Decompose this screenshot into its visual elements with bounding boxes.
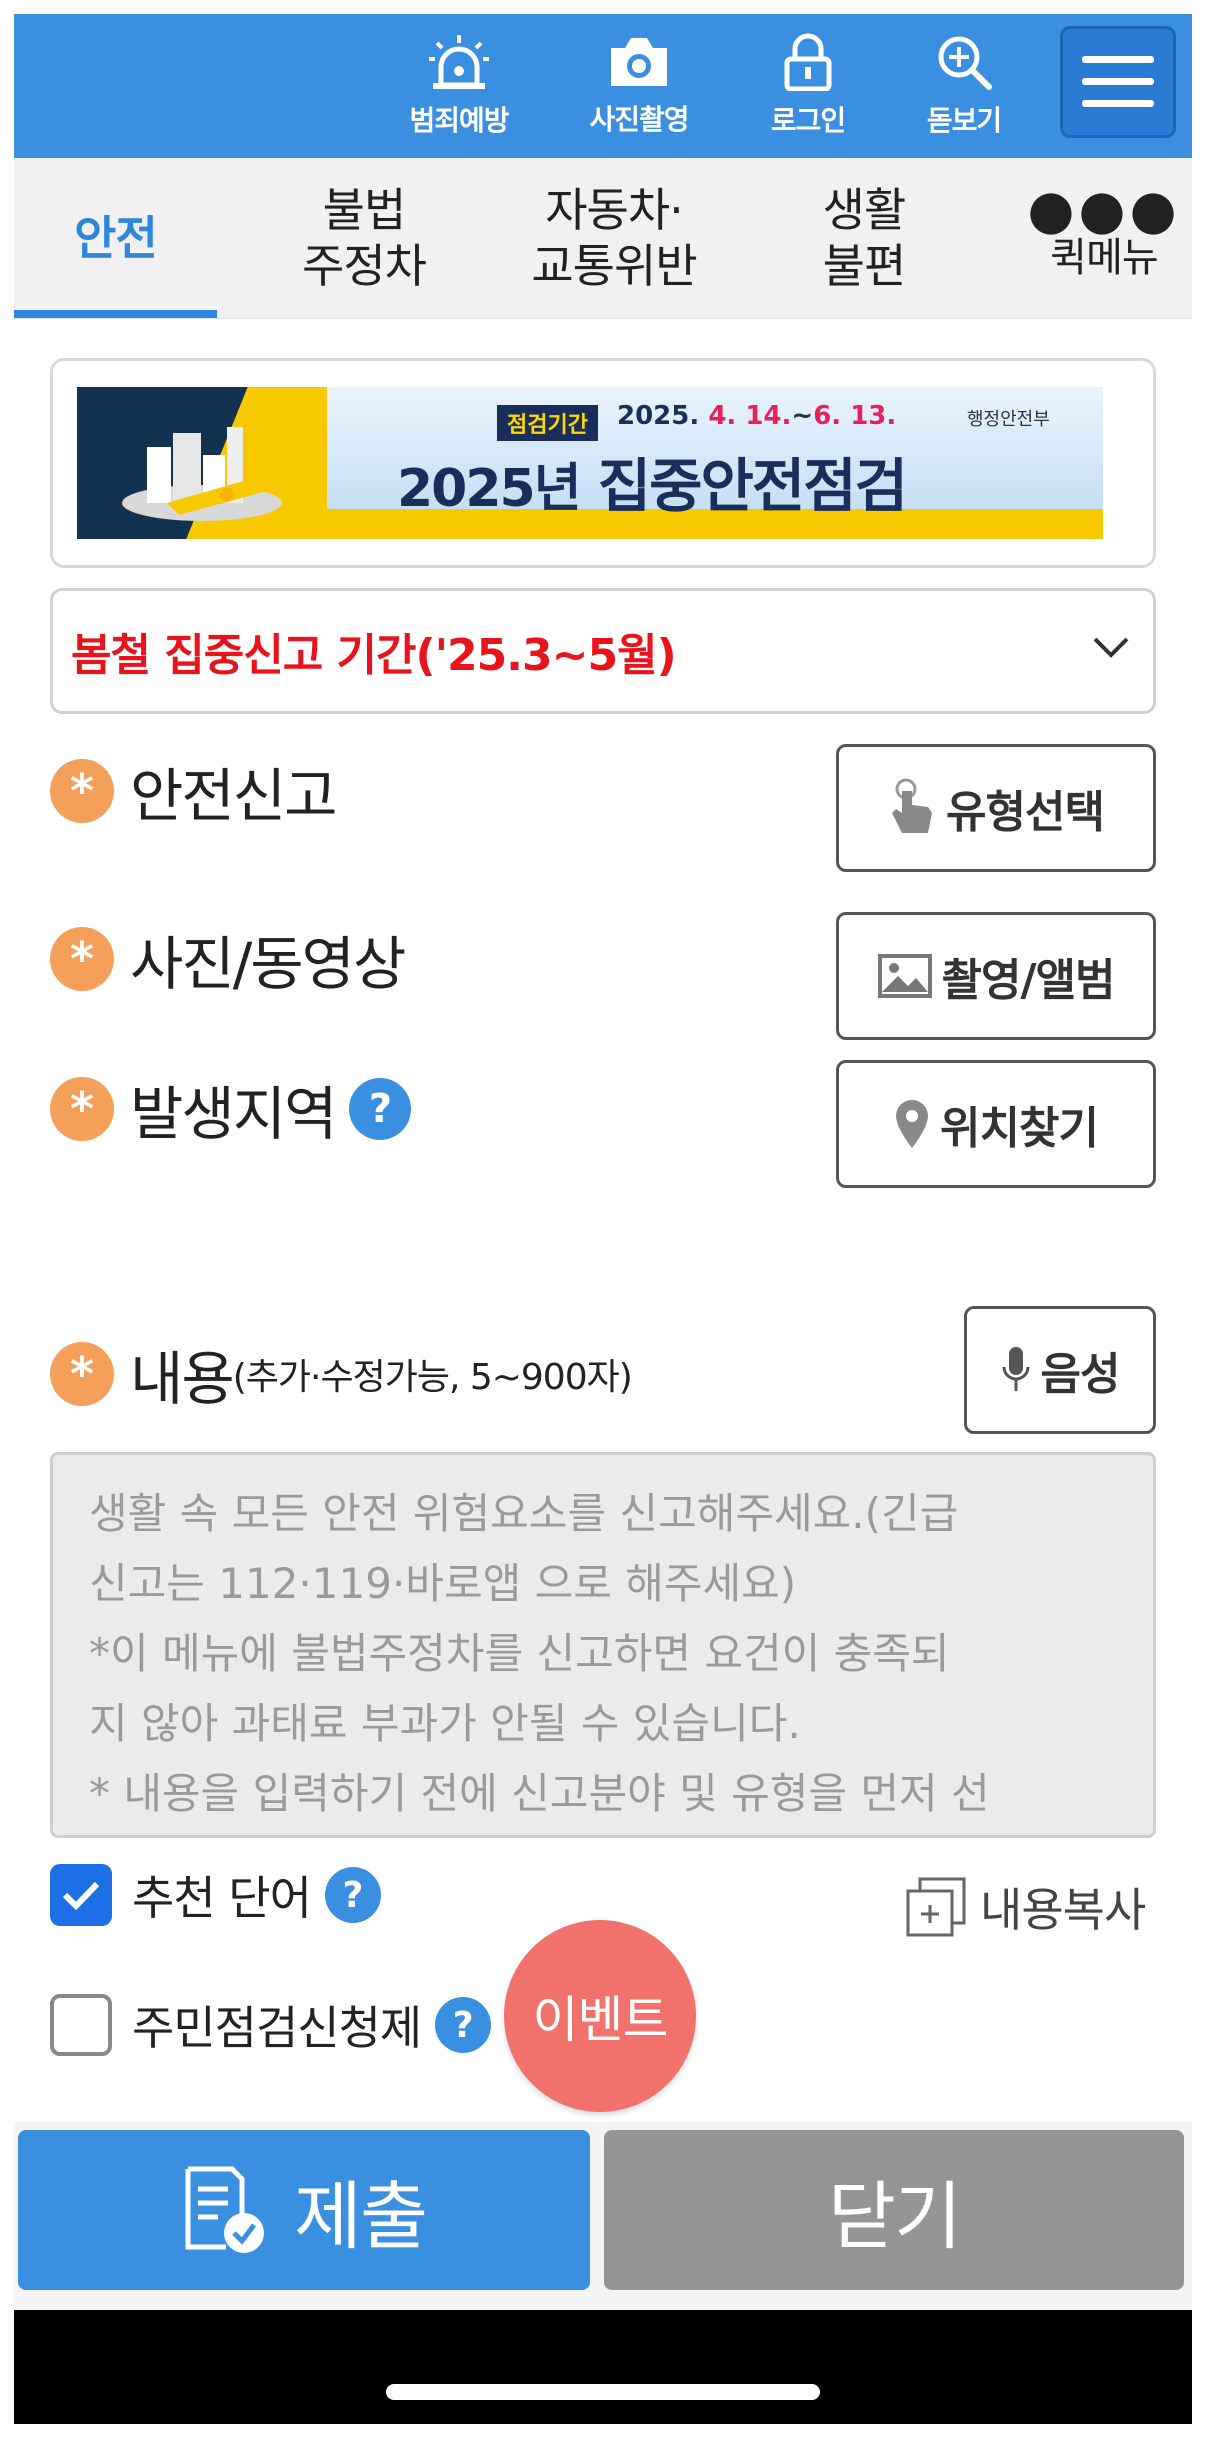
- find-location-label: 위치찾기: [940, 1103, 1099, 1154]
- camera-icon: [611, 38, 667, 86]
- submit-label: 제출: [293, 2173, 428, 2260]
- banner-dates: 2025. 4. 14.~6. 13.: [617, 401, 896, 431]
- banner-date-start: 4. 14.: [708, 401, 792, 431]
- image-icon: [877, 954, 932, 998]
- content-label: 내용: [130, 1345, 235, 1413]
- map-pin-icon: [896, 1100, 929, 1148]
- select-type-button[interactable]: 유형선택: [836, 744, 1156, 872]
- content-hint: (추가·수정가능, 5~900자): [232, 1357, 633, 1398]
- tab-traffic-violation[interactable]: 자동차· 교통위반: [494, 158, 734, 318]
- banner-period-tag: 점검기간: [497, 405, 598, 441]
- login-button[interactable]: 로그인: [738, 14, 878, 158]
- close-label: 닫기: [827, 2173, 962, 2260]
- media-row: * 사진/동영상: [50, 896, 406, 1022]
- content-row: * 내용 (추가·수정가능, 5~900자): [50, 1310, 633, 1438]
- resident-inspection-row: 주민점검신청제 ?: [50, 1990, 492, 2060]
- banner-headline: 2025년 집중안전점검: [397, 439, 908, 523]
- banner-headline-text: 집중안전점검: [597, 452, 908, 520]
- tab-daily-inconvenience[interactable]: 생활 불편: [774, 158, 954, 318]
- required-icon: *: [50, 1342, 114, 1406]
- voice-input-button[interactable]: 음성: [964, 1306, 1156, 1434]
- check-icon: [62, 1881, 100, 1911]
- report-period-value: 봄철 집중신고 기간('25.3~5월): [71, 630, 677, 681]
- more-dots-icon: ●●●: [1027, 178, 1181, 241]
- tab-daily-inconvenience-label: 생활 불편: [822, 183, 907, 293]
- top-bar: 범죄예방 사진촬영 로그인 돋보기: [14, 14, 1192, 158]
- active-tab-indicator: [14, 310, 217, 318]
- content-textarea[interactable]: 생활 속 모든 안전 위험요소를 신고해주세요.(긴급 신고는 112·119·…: [50, 1452, 1156, 1838]
- hamburger-icon: [1082, 56, 1154, 107]
- magnifier-label: 돋보기: [926, 104, 1002, 137]
- tab-quick-menu-label: 퀵메뉴: [1050, 235, 1158, 281]
- required-icon: *: [50, 759, 114, 823]
- resident-inspection-checkbox[interactable]: [50, 1994, 112, 2056]
- recommend-help-icon[interactable]: ?: [324, 1867, 381, 1923]
- tab-quick-menu[interactable]: ●●● 퀵메뉴: [1024, 158, 1184, 318]
- capture-album-button[interactable]: 촬영/앨범: [836, 912, 1156, 1040]
- banner-headline-year: 2025년: [397, 459, 582, 519]
- system-home-bar: [14, 2310, 1192, 2424]
- recommend-words-checkbox[interactable]: [50, 1864, 112, 1926]
- document-check-icon: [185, 2166, 264, 2253]
- crime-prevention-button[interactable]: 범죄예방: [384, 14, 534, 158]
- copy-icon: [906, 1877, 966, 1937]
- banner-date-end: 6. 13.: [813, 401, 897, 431]
- chevron-down-icon: [1093, 637, 1129, 658]
- capture-album-label: 촬영/앨범: [941, 955, 1116, 1006]
- media-label: 사진/동영상: [130, 930, 406, 998]
- close-button[interactable]: 닫기: [604, 2130, 1184, 2290]
- tab-safety[interactable]: 안전: [14, 158, 217, 318]
- report-type-row: * 안전신고: [50, 728, 337, 854]
- location-help-icon[interactable]: ?: [349, 1078, 412, 1140]
- copy-content-label: 내용복사: [980, 1883, 1146, 1937]
- find-location-button[interactable]: 위치찾기: [836, 1060, 1156, 1188]
- photo-button[interactable]: 사진촬영: [564, 14, 714, 158]
- safety-inspection-banner[interactable]: 점검기간 2025. 4. 14.~6. 13. 행정안전부 2025년 집중안…: [77, 387, 1103, 539]
- required-icon: *: [50, 1077, 114, 1141]
- report-period-dropdown[interactable]: 봄철 집중신고 기간('25.3~5월): [50, 588, 1156, 714]
- tab-illegal-parking[interactable]: 불법 주정차: [264, 158, 464, 318]
- photo-label: 사진촬영: [589, 103, 689, 136]
- tab-safety-label: 안전: [74, 211, 158, 265]
- home-indicator[interactable]: [386, 2384, 820, 2400]
- recommend-words-label: 추천 단어: [132, 1871, 312, 1925]
- magnifier-plus-icon: [938, 36, 992, 90]
- select-type-label: 유형선택: [946, 787, 1105, 838]
- app-frame: 범죄예방 사진촬영 로그인 돋보기 안전 불법 주정차 자동차· 교통위반 생활…: [14, 14, 1192, 2424]
- ministry-logo-text: 행정안전부: [967, 409, 1050, 430]
- voice-input-label: 음성: [1040, 1349, 1121, 1400]
- city-illustration-icon: [122, 427, 282, 521]
- hand-pointer-icon: [892, 778, 933, 833]
- resident-inspection-label: 주민점검신청제: [132, 2001, 422, 2055]
- copy-content-button[interactable]: 내용복사: [904, 1874, 1146, 1940]
- banner-container: 점검기간 2025. 4. 14.~6. 13. 행정안전부 2025년 집중안…: [50, 358, 1156, 568]
- login-label: 로그인: [770, 104, 846, 137]
- menu-button[interactable]: [1060, 26, 1176, 138]
- location-label: 발생지역: [130, 1080, 337, 1148]
- report-type-label: 안전신고: [130, 762, 337, 830]
- category-tabs: 안전 불법 주정차 자동차· 교통위반 생활 불편 ●●● 퀵메뉴: [14, 158, 1192, 319]
- required-icon: *: [50, 927, 114, 991]
- tab-traffic-violation-label: 자동차· 교통위반: [531, 183, 697, 293]
- microphone-icon: [1002, 1347, 1030, 1391]
- lock-icon: [784, 33, 832, 91]
- event-button[interactable]: 이벤트: [504, 1920, 696, 2112]
- siren-icon: [429, 35, 489, 89]
- magnifier-button[interactable]: 돋보기: [894, 14, 1034, 158]
- crime-prevention-label: 범죄예방: [409, 104, 509, 137]
- banner-date-separator: ~: [791, 401, 814, 431]
- submit-button[interactable]: 제출: [18, 2130, 590, 2290]
- banner-date-year: 2025.: [617, 401, 700, 431]
- resident-help-icon[interactable]: ?: [435, 1997, 492, 2053]
- location-row: * 발생지역 ?: [50, 1046, 412, 1172]
- tab-illegal-parking-label: 불법 주정차: [302, 183, 427, 293]
- recommend-words-row: 추천 단어 ?: [50, 1860, 381, 1930]
